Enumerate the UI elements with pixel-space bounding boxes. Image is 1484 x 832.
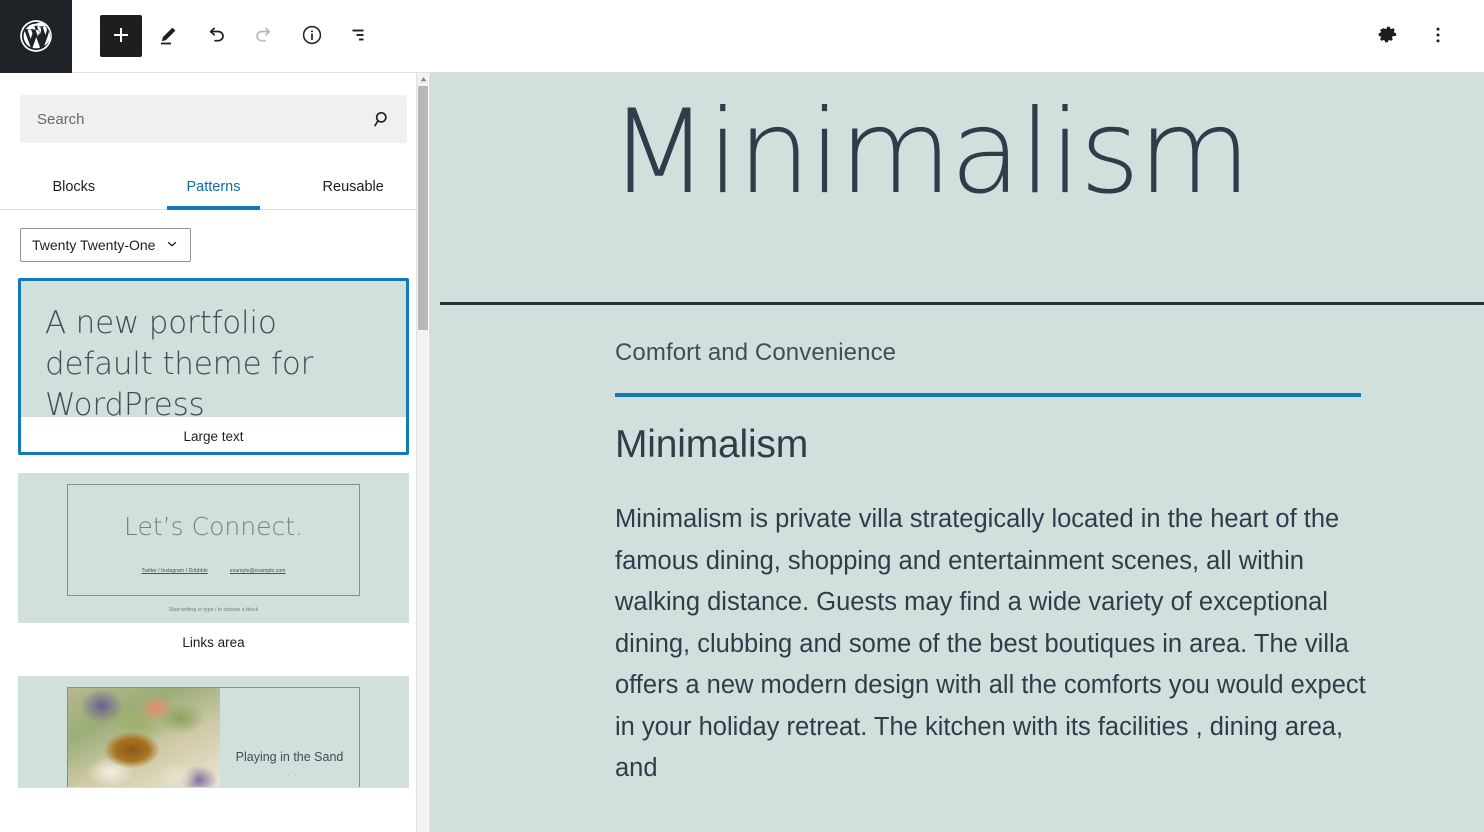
pattern-preview-text: A new portfolio default theme for WordPr…	[45, 303, 382, 417]
pattern-card-media-text[interactable]: Playing in the Sand . . .	[18, 676, 409, 788]
content-kicker[interactable]: Comfort and Convenience	[615, 339, 1394, 367]
editor-toolbar	[0, 0, 1484, 73]
search-icon[interactable]	[370, 107, 394, 131]
redo-button[interactable]	[242, 14, 286, 58]
content-section-heading[interactable]: Minimalism	[615, 423, 1394, 467]
pattern-preview-subtext: . . .	[281, 772, 298, 778]
sidebar-scrollbar-thumb[interactable]	[418, 86, 428, 330]
post-title[interactable]: Minimalism	[429, 73, 1484, 211]
list-view-button[interactable]	[338, 14, 382, 58]
block-inserter-sidebar: Blocks Patterns Reusable Twenty Twenty-O…	[0, 73, 428, 832]
gear-icon	[1377, 23, 1400, 49]
details-button[interactable]	[290, 14, 334, 58]
add-block-button[interactable]	[100, 15, 142, 57]
search-box[interactable]	[20, 95, 407, 143]
pattern-card-links-area[interactable]: Let’s Connect. Twitter / Instagram / Dri…	[18, 473, 409, 658]
pattern-list: A new portfolio default theme for WordPr…	[0, 262, 427, 788]
sidebar-scrollbar[interactable]	[416, 73, 428, 832]
pattern-preview-email-link: example@example.com	[230, 568, 286, 574]
pencil-icon	[156, 23, 180, 50]
plus-icon	[109, 23, 133, 50]
pattern-preview: A new portfolio default theme for WordPr…	[21, 281, 406, 417]
settings-button[interactable]	[1366, 14, 1410, 58]
pattern-preview-frame: Playing in the Sand . . .	[67, 687, 360, 788]
undo-button[interactable]	[194, 14, 238, 58]
editor-canvas: Minimalism Comfort and Convenience Minim…	[429, 73, 1484, 832]
more-dots-icon	[1427, 24, 1449, 49]
pattern-preview-placeholder: Start writing or type / to choose a bloc…	[19, 607, 408, 613]
pattern-preview-image	[68, 688, 220, 788]
search-section	[0, 73, 427, 143]
title-divider	[440, 302, 1484, 305]
wordpress-logo-button[interactable]	[0, 0, 72, 73]
inserter-tabs: Blocks Patterns Reusable	[0, 165, 427, 210]
tools-button[interactable]	[146, 14, 190, 58]
pattern-card-large-text[interactable]: A new portfolio default theme for WordPr…	[18, 278, 409, 455]
pattern-preview: Let’s Connect. Twitter / Instagram / Dri…	[18, 473, 409, 623]
undo-arrow-icon	[204, 23, 228, 50]
tab-blocks[interactable]: Blocks	[4, 165, 144, 209]
pattern-category-filter-row: Twenty Twenty-One	[0, 210, 427, 262]
post-content: Comfort and Convenience Minimalism Minim…	[429, 211, 1484, 790]
list-view-icon	[348, 23, 372, 50]
wordpress-logo-icon	[17, 17, 55, 55]
tab-patterns[interactable]: Patterns	[144, 165, 284, 209]
search-input[interactable]	[21, 96, 406, 142]
scroll-up-arrow-icon[interactable]	[417, 73, 429, 86]
content-paragraph[interactable]: Minimalism is private villa strategicall…	[615, 499, 1375, 790]
chevron-down-icon	[165, 237, 179, 254]
options-button[interactable]	[1416, 14, 1460, 58]
info-icon	[300, 23, 324, 50]
pattern-caption: Links area	[18, 623, 409, 658]
pattern-preview: Playing in the Sand . . .	[18, 676, 409, 788]
pattern-category-label: Twenty Twenty-One	[32, 237, 155, 253]
pattern-category-select[interactable]: Twenty Twenty-One	[20, 228, 191, 262]
tab-reusable[interactable]: Reusable	[283, 165, 423, 209]
redo-arrow-icon	[252, 23, 276, 50]
toolbar-right-group	[1366, 14, 1460, 58]
pattern-preview-frame: Let’s Connect. Twitter / Instagram / Dri…	[67, 484, 360, 596]
pattern-preview-links: Twitter / Instagram / Dribbble example@e…	[141, 568, 285, 574]
pattern-preview-title: Playing in the Sand	[236, 750, 344, 764]
block-insertion-indicator	[615, 393, 1361, 397]
pattern-preview-body: Playing in the Sand . . .	[220, 688, 359, 788]
toolbar-button-group	[100, 14, 382, 58]
pattern-caption: Large text	[21, 417, 406, 452]
pattern-preview-social-links: Twitter / Instagram / Dribbble	[141, 568, 207, 574]
pattern-preview-title: Let’s Connect.	[124, 512, 303, 541]
